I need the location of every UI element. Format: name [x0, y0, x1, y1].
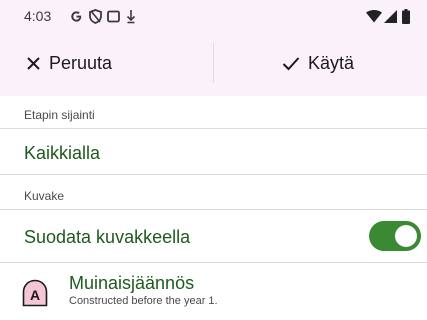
- item-description: Constructed before the year 1.: [69, 295, 218, 307]
- apply-label: Käytä: [308, 52, 355, 73]
- filter-by-icon-label: Suodata kuvakkeella: [24, 227, 191, 247]
- status-time: 4:03: [24, 8, 52, 24]
- signal-icon: [384, 8, 397, 24]
- divider: [0, 128, 427, 129]
- location-value[interactable]: Kaikkialla: [24, 143, 100, 164]
- status-bar: 4:03: [0, 0, 427, 34]
- cancel-button[interactable]: Peruuta: [26, 34, 112, 92]
- divider: [0, 209, 427, 210]
- shield-icon: [89, 8, 102, 24]
- battery-icon: [402, 8, 410, 24]
- download-icon: [126, 8, 136, 24]
- google-g-icon: [69, 8, 84, 24]
- apply-button[interactable]: Käytä: [282, 34, 354, 92]
- close-icon: [26, 56, 41, 71]
- location-section-label: Etapin sijainti: [24, 108, 95, 122]
- filter-by-icon-toggle[interactable]: [369, 221, 421, 251]
- action-bar: Peruuta Käytä: [0, 34, 427, 92]
- top-app-bar: 4:03 Peruuta Käytä: [0, 0, 427, 96]
- toolbar-divider: [213, 43, 214, 83]
- badge-letter: A: [30, 287, 40, 303]
- item-title[interactable]: Muinaisjäännös: [69, 273, 194, 294]
- divider: [0, 262, 427, 263]
- divider: [0, 174, 427, 175]
- ancient-monument-icon[interactable]: A: [22, 279, 48, 307]
- square-icon: [107, 8, 120, 24]
- check-icon: [282, 56, 300, 71]
- cancel-label: Peruuta: [49, 52, 113, 73]
- icon-section-label: Kuvake: [24, 189, 65, 203]
- wifi-icon: [366, 8, 382, 24]
- toggle-knob: [395, 225, 417, 247]
